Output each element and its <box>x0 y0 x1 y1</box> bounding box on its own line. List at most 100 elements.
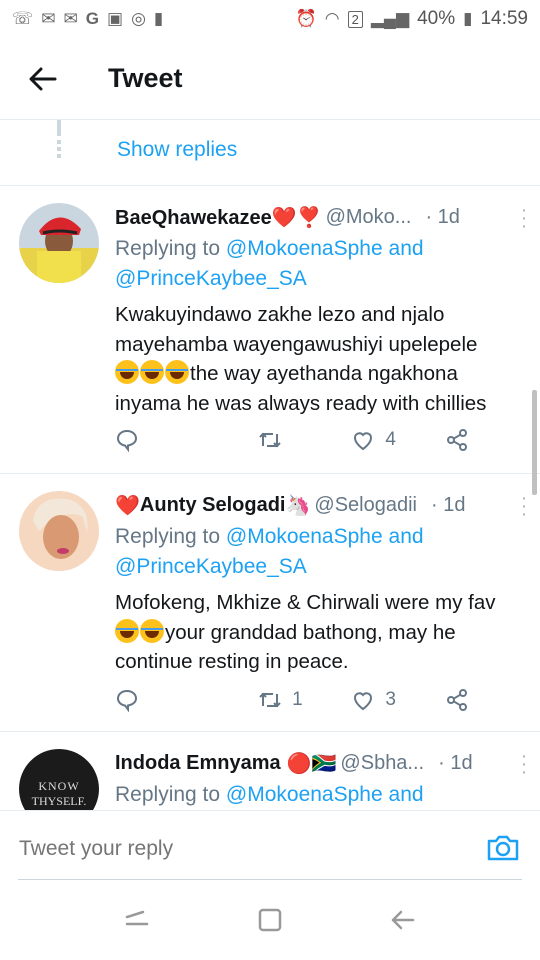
avatar[interactable]: KNOW THYSELF. <box>19 749 99 810</box>
back-nav-button[interactable] <box>383 900 423 940</box>
tweet-text-part: your granddad bathong, may he continue r… <box>115 620 456 674</box>
signal-icon: ▂▄▆ <box>370 9 410 28</box>
back-button[interactable] <box>0 38 86 120</box>
user-handle[interactable]: @Sbha... <box>340 752 424 775</box>
retweet-button[interactable] <box>258 424 351 456</box>
avatar-image <box>19 491 99 571</box>
sync-icon: ◎ <box>131 9 146 28</box>
replying-and: and <box>388 525 424 548</box>
display-name[interactable]: BaeQhawekazee❤️❣️ <box>115 205 322 230</box>
mention-link[interactable]: @PrinceKaybee_SA <box>115 267 307 290</box>
tweet-text-part: Mofokeng, Mkhize & Chirwali were my fav <box>115 591 496 614</box>
thread-line <box>57 120 61 136</box>
google-icon: G <box>85 9 99 28</box>
name-emoji: 🔴🇿🇦 <box>286 752 337 775</box>
laughing-emoji-icon <box>140 618 164 643</box>
like-count: 4 <box>385 429 396 450</box>
share-icon <box>446 689 467 711</box>
avatar[interactable] <box>19 203 99 283</box>
mention-link[interactable]: @MokoenaSphe <box>226 237 383 260</box>
mention-link[interactable]: @MokoenaSphe <box>226 525 383 548</box>
like-button[interactable]: 3 <box>351 684 444 716</box>
replying-and: and <box>388 237 424 260</box>
heart-emoji: ❤️ <box>115 494 140 517</box>
battery-percent: 40% <box>417 8 456 29</box>
user-handle[interactable]: @Selogadii <box>314 494 417 517</box>
more-options-icon[interactable]: · · · <box>516 200 532 236</box>
tweet-item[interactable]: BaeQhawekazee❤️❣️ @Moko... · 1d Replying… <box>0 186 540 474</box>
replying-prefix: Replying to <box>115 237 221 260</box>
tweet-text: Kwakuyindawo zakhe lezo and njalo mayeha… <box>115 300 520 418</box>
recent-apps-button[interactable] <box>117 900 157 940</box>
retweet-icon <box>259 432 281 448</box>
gmail-icon-2: ✉ <box>63 9 78 28</box>
camera-button[interactable] <box>486 831 520 865</box>
avatar-text: THYSELF. <box>31 794 87 808</box>
status-system: ⏰ ◠ 2 ▂▄▆ 40% ▮ 14:59 <box>296 8 528 30</box>
share-button[interactable] <box>445 684 481 716</box>
laughing-emoji-icon <box>115 618 139 643</box>
recent-apps-icon <box>125 910 148 926</box>
timestamp: · 1d <box>425 205 460 228</box>
user-handle[interactable]: @Moko... <box>326 206 412 229</box>
tweet-item[interactable]: ❤️ Aunty Selogadi 🦄 @Selogadii · 1d Repl… <box>0 474 540 732</box>
display-name[interactable]: Indoda Emnyama <box>115 752 281 775</box>
gallery-icon: ▣ <box>107 9 124 28</box>
avatar[interactable] <box>19 491 99 571</box>
unicorn-emoji: 🦄 <box>285 494 311 517</box>
share-icon <box>446 429 467 451</box>
timestamp: · 1d <box>438 751 473 774</box>
tweet-text: Mofokeng, Mkhize & Chirwali were my fav … <box>115 588 520 677</box>
heart-icon <box>354 692 373 711</box>
laughing-emoji-icon <box>115 360 139 384</box>
show-replies-link[interactable]: Show replies <box>117 138 237 162</box>
battery-icon: ▮ <box>463 9 473 28</box>
retweet-count: 1 <box>292 689 303 710</box>
tweet-actions: 1 3 <box>115 684 480 716</box>
tweet-item[interactable]: KNOW THYSELF. Indoda Emnyama 🔴🇿🇦 @Sbha..… <box>0 732 540 810</box>
phone-missed-icon: ☏ <box>12 9 34 28</box>
status-notifications: ☏ ✉ ✉ G ▣ ◎ ▮ <box>12 9 163 29</box>
avatar-image <box>19 203 99 283</box>
show-replies-row: Show replies <box>0 120 540 186</box>
display-name[interactable]: Aunty Selogadi <box>140 494 286 517</box>
system-nav-bar <box>0 880 540 960</box>
sim-indicator: 2 <box>347 10 363 28</box>
tweet-actions: 4 <box>115 424 480 456</box>
clock: 14:59 <box>480 8 528 29</box>
reply-button[interactable] <box>115 424 208 456</box>
like-button[interactable]: 4 <box>351 424 444 456</box>
replying-to: Replying to @MokoenaSphe and @PrinceKayb… <box>115 522 520 582</box>
retweet-button[interactable]: 1 <box>258 684 351 716</box>
status-bar: ☏ ✉ ✉ G ▣ ◎ ▮ ⏰ ◠ 2 ▂▄▆ 40% ▮ 14:59 <box>0 0 540 38</box>
reply-icon <box>116 429 138 452</box>
replying-and: and <box>388 783 424 806</box>
alarm-icon: ⏰ <box>295 9 317 28</box>
arrow-left-icon <box>29 67 57 90</box>
laughing-emoji-icon <box>165 360 189 384</box>
replies-feed[interactable]: Show replies BaeQhawekazee❤️❣️ @Moko... … <box>0 120 540 810</box>
reply-input[interactable] <box>19 837 439 861</box>
laughing-emoji-icon <box>140 360 164 384</box>
page-title: Tweet <box>108 63 183 93</box>
reply-button[interactable] <box>115 684 208 716</box>
scrollbar[interactable] <box>532 390 537 495</box>
more-options-icon[interactable]: · · · <box>516 746 532 782</box>
reply-icon <box>116 689 138 712</box>
reply-composer <box>0 810 540 880</box>
sd-card-icon: ▮ <box>153 9 164 28</box>
replying-prefix: Replying to <box>115 525 221 548</box>
back-arrow-icon <box>392 910 415 930</box>
app-header: Tweet <box>0 38 540 120</box>
mention-link[interactable]: @PrinceKaybee_SA <box>115 555 307 578</box>
replying-to: Replying to @MokoenaSphe and <box>115 780 520 810</box>
replying-to: Replying to @MokoenaSphe and @PrinceKayb… <box>115 234 520 294</box>
wifi-icon: ◠ <box>324 9 340 28</box>
avatar-text: KNOW <box>38 779 80 793</box>
more-options-icon[interactable]: · · · <box>516 488 532 524</box>
share-button[interactable] <box>445 424 481 456</box>
home-button[interactable] <box>250 900 290 940</box>
tweet-text-part: Kwakuyindawo zakhe lezo and njalo mayeha… <box>115 303 478 356</box>
thread-dots <box>57 140 61 158</box>
mention-link[interactable]: @MokoenaSphe <box>226 783 383 806</box>
